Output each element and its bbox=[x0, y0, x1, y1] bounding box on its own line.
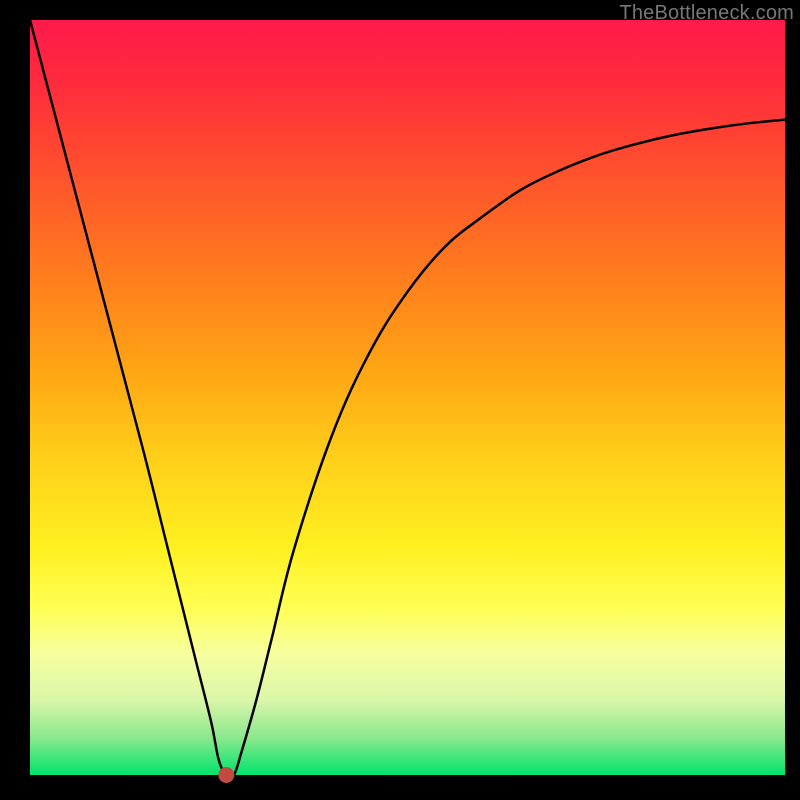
curve-svg bbox=[30, 20, 785, 775]
bottleneck-curve-path bbox=[30, 20, 785, 778]
optimal-point-marker bbox=[218, 767, 234, 783]
plot-area bbox=[30, 20, 785, 775]
bottleneck-chart: TheBottleneck.com bbox=[0, 0, 800, 800]
